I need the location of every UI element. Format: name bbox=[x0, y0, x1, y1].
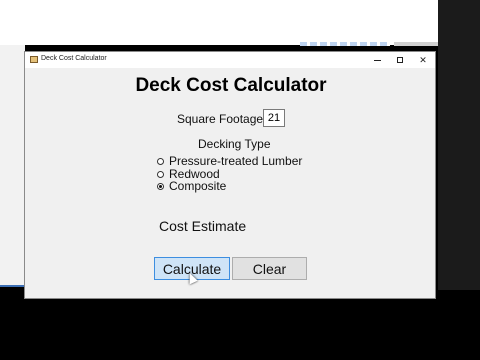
clear-button[interactable]: Clear bbox=[232, 257, 307, 280]
minimize-icon bbox=[373, 59, 381, 61]
background-window bbox=[0, 0, 480, 45]
maximize-button[interactable] bbox=[389, 52, 411, 68]
page-title: Deck Cost Calculator bbox=[135, 75, 327, 96]
app-icon bbox=[30, 56, 38, 63]
window-title: Deck Cost Calculator bbox=[41, 55, 107, 62]
minimize-button[interactable] bbox=[366, 52, 388, 68]
app-window: Deck Cost Calculator ✕ Deck Cost Calcula… bbox=[24, 51, 436, 299]
close-icon: ✕ bbox=[419, 54, 427, 65]
radio-pressure-treated[interactable]: Pressure-treated Lumber bbox=[157, 154, 302, 168]
close-button[interactable]: ✕ bbox=[412, 52, 434, 68]
title-bar[interactable]: Deck Cost Calculator ✕ bbox=[25, 52, 435, 68]
radio-checked-icon[interactable] bbox=[157, 182, 164, 190]
radio-label: Composite bbox=[169, 179, 227, 193]
maximize-icon bbox=[397, 57, 403, 63]
background-left-strip bbox=[0, 45, 25, 285]
background-accent-line bbox=[0, 285, 25, 287]
square-footage-label: Square Footage: bbox=[177, 112, 267, 126]
cost-estimate-label: Cost Estimate bbox=[159, 218, 247, 234]
background-tab bbox=[394, 42, 438, 46]
radio-composite[interactable]: Composite bbox=[157, 179, 226, 193]
background-toolbar-icons bbox=[300, 42, 390, 46]
decking-type-label: Decking Type bbox=[198, 137, 271, 151]
square-footage-input[interactable] bbox=[263, 109, 285, 127]
radio-unchecked-icon[interactable] bbox=[157, 157, 164, 165]
radio-unchecked-icon[interactable] bbox=[157, 170, 164, 178]
radio-label: Pressure-treated Lumber bbox=[169, 154, 303, 168]
background-dark-panel bbox=[438, 0, 480, 290]
